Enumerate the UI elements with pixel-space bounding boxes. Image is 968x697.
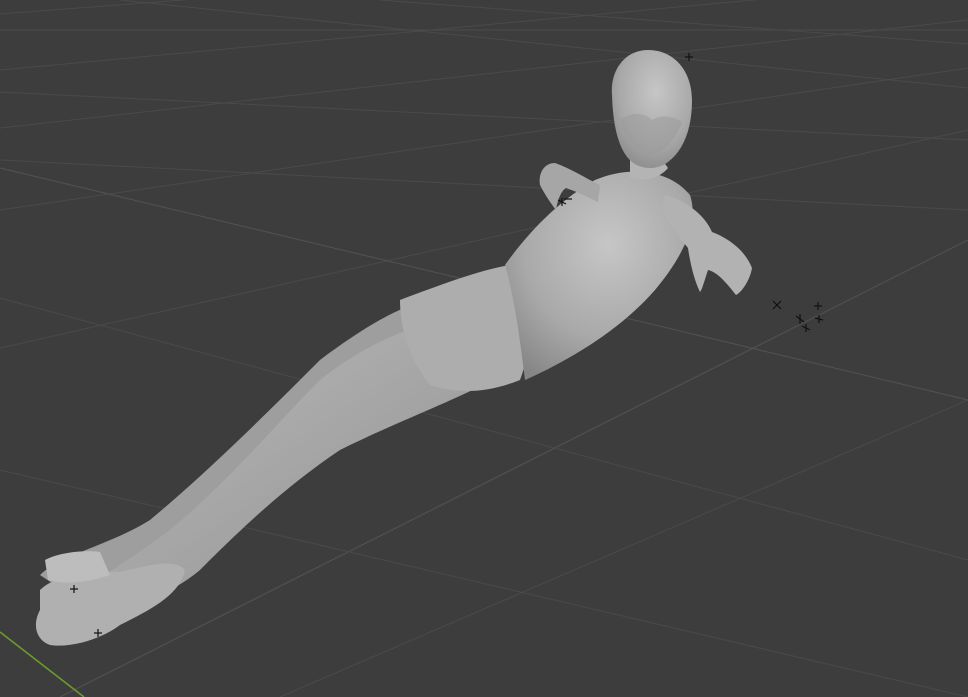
- shoe-top: [45, 551, 110, 583]
- cross-marker-icon: [814, 302, 822, 310]
- cross-marker-icon: [772, 300, 782, 310]
- 3d-viewport[interactable]: [0, 0, 968, 697]
- viewport-canvas[interactable]: [0, 0, 968, 697]
- humanoid-sculpt-mesh[interactable]: [35, 50, 752, 646]
- cross-marker-icon: [801, 324, 811, 332]
